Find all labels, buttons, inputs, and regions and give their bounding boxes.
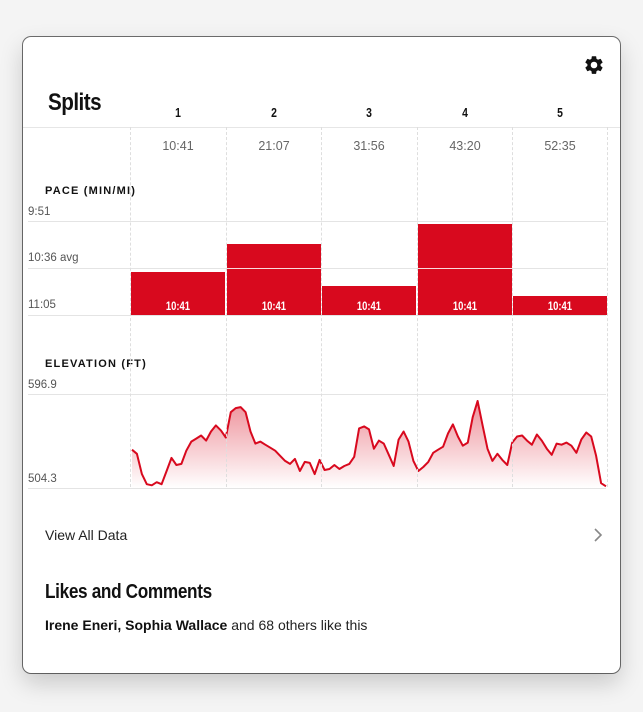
likes-count-text: and 68 others like this — [231, 617, 368, 633]
column-guide — [321, 127, 322, 487]
liker-name-2[interactable]: Sophia Wallace — [125, 617, 227, 633]
elevation-area — [132, 401, 606, 488]
likes-comments-title: Likes and Comments — [45, 581, 212, 603]
column-guide — [512, 127, 513, 487]
view-all-data-row[interactable]: View All Data — [23, 507, 620, 563]
view-all-data-label[interactable]: View All Data — [45, 527, 127, 543]
likes-summary: Irene Eneri, Sophia Wallace and 68 other… — [45, 617, 368, 633]
liker-name-1[interactable]: Irene Eneri — [45, 617, 117, 633]
column-guide — [607, 127, 608, 487]
splits-card: Splits 1 10:41 2 21:07 3 31:56 4 43:20 5 52:35 PA… — [23, 37, 620, 673]
column-guide — [130, 127, 131, 487]
column-guide — [226, 127, 227, 487]
column-guide — [417, 127, 418, 487]
chevron-right-icon[interactable] — [591, 527, 605, 543]
